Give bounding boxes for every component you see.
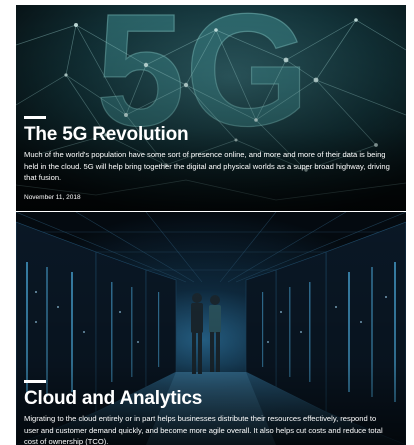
page: 5G [0,0,414,445]
article-card-cloud[interactable]: Cloud and Analytics Migrating to the clo… [16,212,406,445]
5g-card-text: The 5G Revolution Much of the world's po… [24,116,392,201]
article-description: Much of the world's population have some… [24,150,390,182]
article-card-5g[interactable]: 5G [16,5,406,211]
article-title[interactable]: The 5G Revolution [24,124,392,146]
article-description: Migrating to the cloud entirely or in pa… [24,414,383,445]
cloud-card-text: Cloud and Analytics Migrating to the clo… [24,380,392,445]
title-accent-line [24,380,46,383]
article-date: November 11, 2018 [24,193,81,201]
title-accent-line [24,116,46,119]
article-title[interactable]: Cloud and Analytics [24,388,392,410]
